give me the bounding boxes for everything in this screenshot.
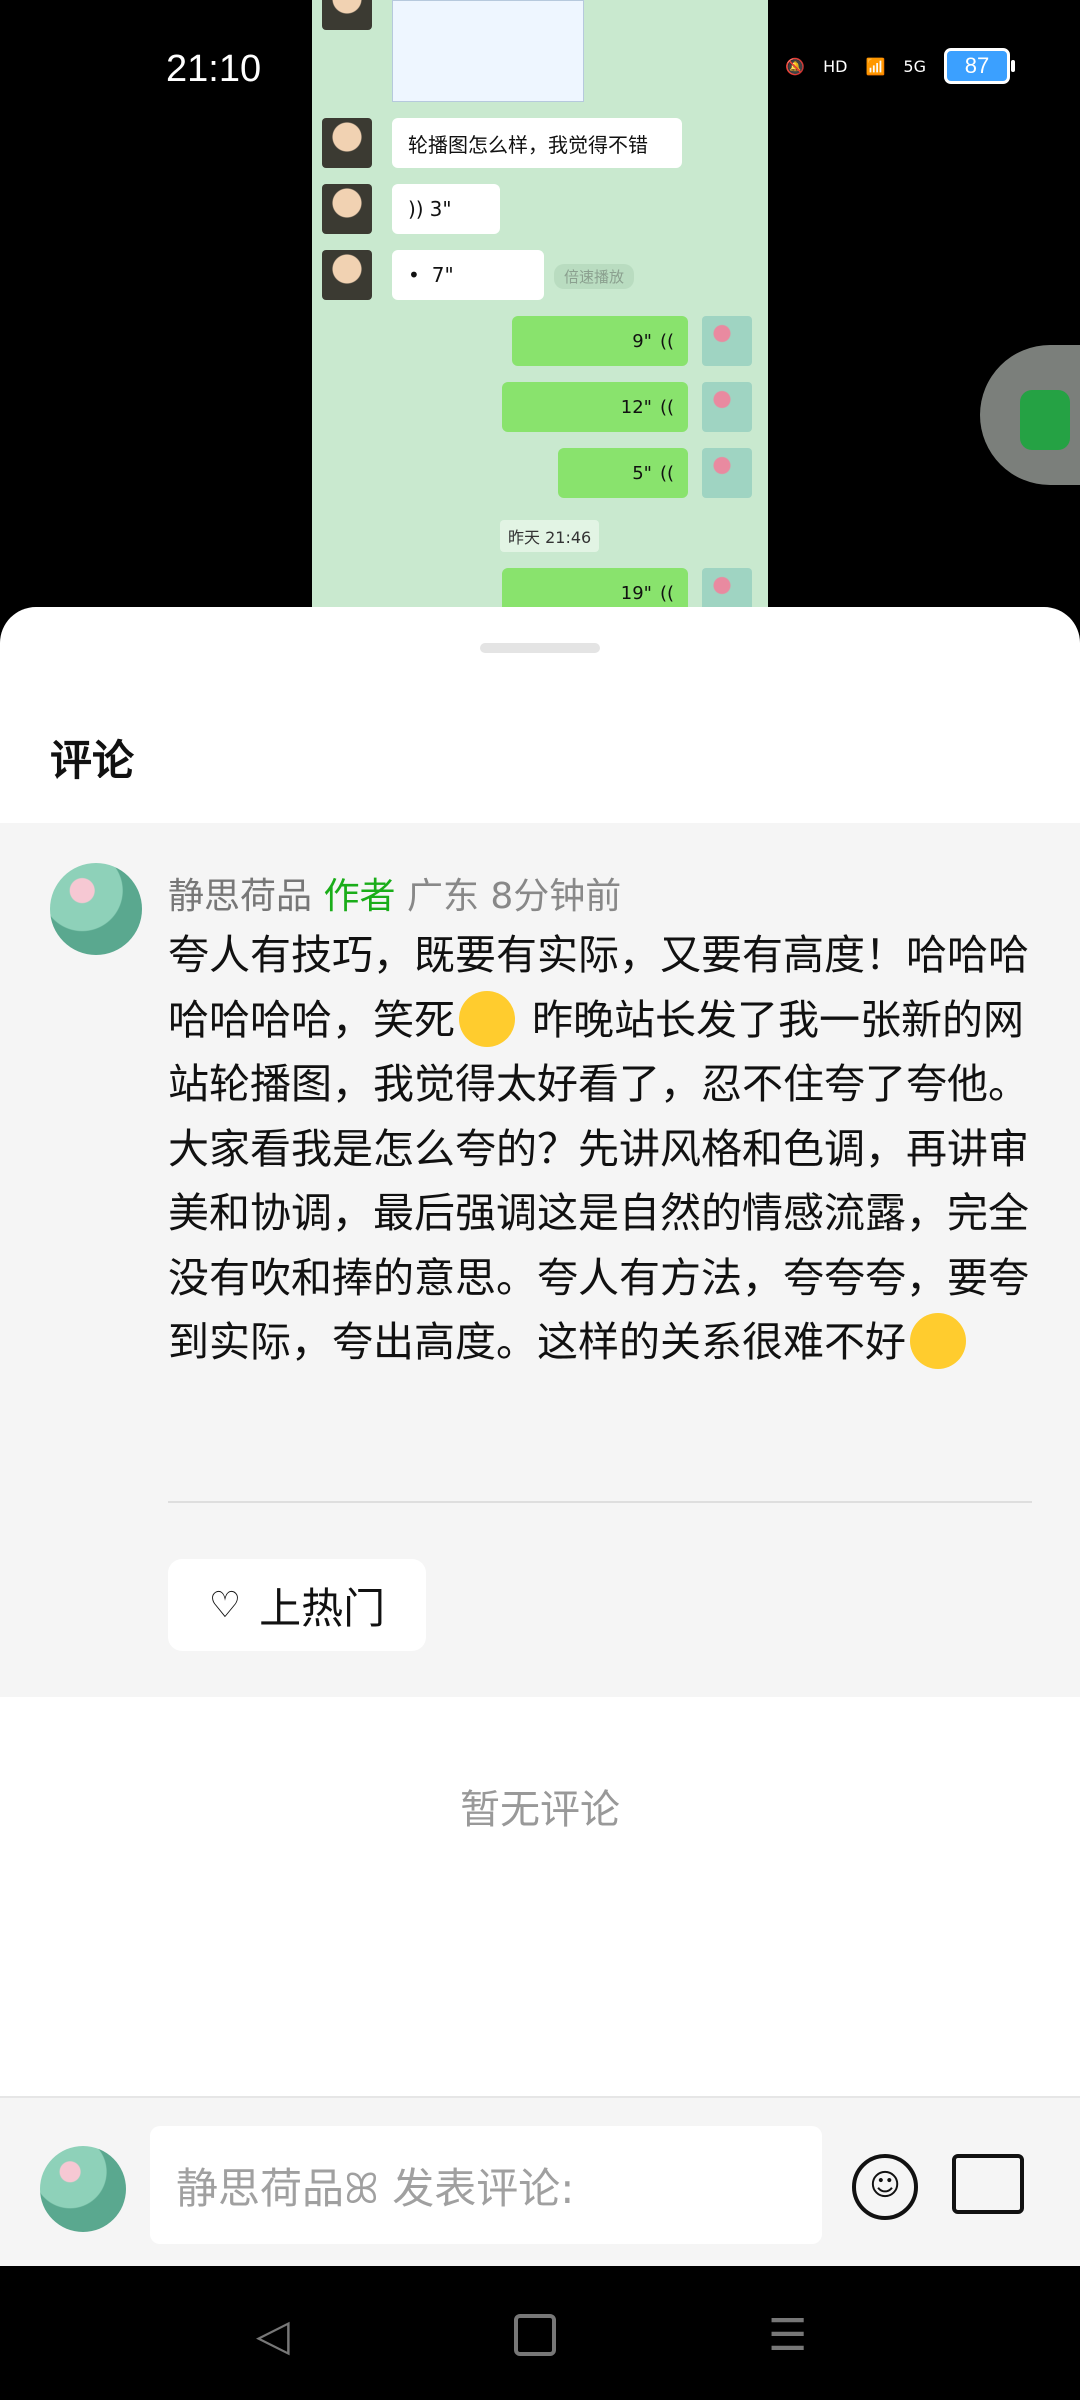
heart-icon: ♡ — [208, 1584, 242, 1626]
boost-label: 上热门 — [259, 1583, 386, 1633]
emoji-icon[interactable]: ☺ — [852, 2154, 918, 2220]
author-badge: 作者 — [323, 876, 396, 917]
wink-emoji-icon — [910, 1313, 966, 1369]
network-label: 5G — [903, 56, 926, 76]
avatar[interactable] — [50, 863, 142, 955]
comment-sheet: 评论 静思荷品 作者 广东 8分钟前 夸人有技巧，既要有实际，又要有高度！哈哈哈… — [0, 607, 1080, 2267]
voice-wave-icon: (( — [659, 462, 674, 484]
mute-icon: 🔕 — [785, 56, 806, 76]
speed-play-label: 倍速播放 — [554, 264, 635, 289]
status-time: 21:10 — [166, 48, 262, 90]
laughing-emoji-icon — [459, 990, 515, 1047]
comment-composer: 静思荷品ꕤ 发表评论: ☺ — [0, 2096, 1080, 2268]
empty-comments-text: 暂无评论 — [460, 1787, 620, 1833]
voice-wave-icon: (( — [659, 330, 674, 352]
voice-wave-icon: (( — [659, 396, 674, 418]
voice-message: )) 3" — [392, 184, 500, 234]
voice-message-out: 9"(( — [512, 316, 688, 366]
avatar — [702, 448, 752, 498]
comment-location: 广东 — [406, 876, 479, 917]
comment-body: 夸人有技巧，既要有实际，又要有高度！哈哈哈哈哈哈哈，笑死 昨晚站长发了我一张新的… — [168, 923, 1038, 1375]
avatar — [40, 2146, 126, 2232]
avatar — [322, 250, 372, 300]
comment-input[interactable]: 静思荷品ꕤ 发表评论: — [150, 2126, 822, 2244]
system-nav-bar: ◁ ☰ — [0, 2266, 1080, 2400]
timestamp: 昨天 21:46 — [500, 520, 600, 552]
avatar — [702, 382, 752, 432]
avatar — [702, 316, 752, 366]
voice-message: • 7" — [392, 250, 544, 300]
comment-item: 静思荷品 作者 广东 8分钟前 夸人有技巧，既要有实际，又要有高度！哈哈哈哈哈哈… — [0, 823, 1080, 1697]
back-icon[interactable]: ◁ — [256, 2310, 290, 2361]
boost-button[interactable]: ♡ 上热门 — [168, 1559, 426, 1651]
home-icon[interactable] — [514, 2314, 556, 2356]
status-bar: 21:10 🔕 HD 📶 5G 87 — [0, 0, 1080, 140]
voice-message-out: 5"(( — [558, 448, 688, 498]
hd-icon: HD — [823, 56, 848, 76]
voice-message-out: 12"(( — [502, 382, 688, 432]
battery-icon: 87 — [944, 48, 1015, 84]
comment-meta: 静思荷品 作者 广东 8分钟前 — [168, 867, 621, 919]
comment-username[interactable]: 静思荷品 — [168, 876, 312, 917]
menu-icon[interactable]: ☰ — [768, 2310, 807, 2361]
voice-wave-icon: • — [408, 263, 420, 287]
sheet-title: 评论 — [50, 736, 135, 785]
wifi-icon: 📶 — [865, 56, 886, 76]
avatar — [322, 184, 372, 234]
voice-wave-icon: )) — [408, 197, 424, 221]
status-icons: 🔕 HD 📶 5G 87 — [785, 48, 1015, 84]
voice-wave-icon: (( — [659, 582, 674, 604]
drag-handle[interactable] — [480, 643, 600, 653]
comment-time: 8分钟前 — [490, 876, 622, 917]
divider — [168, 1501, 1032, 1503]
floating-chat-button[interactable] — [980, 345, 1080, 485]
image-icon[interactable] — [952, 2154, 1024, 2214]
